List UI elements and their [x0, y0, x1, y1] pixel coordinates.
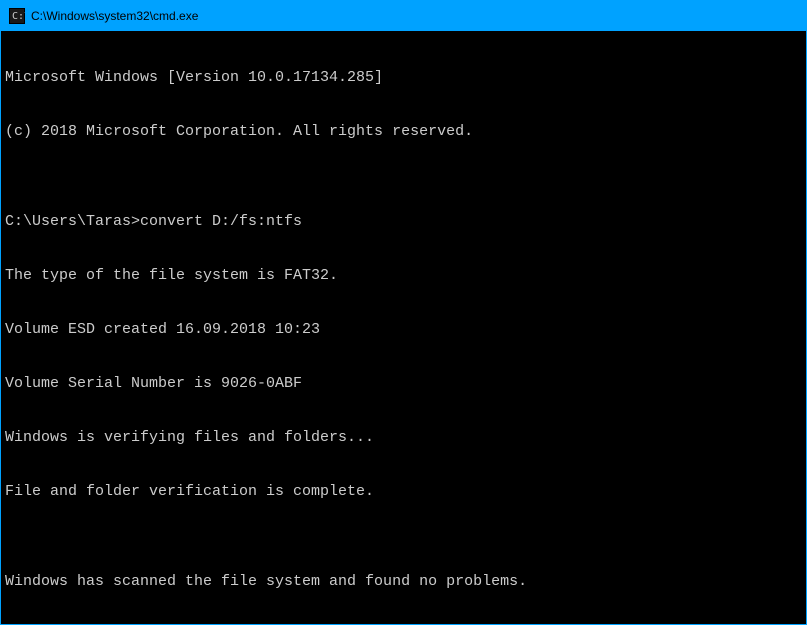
output-line: C:\Users\Taras>convert D:/fs:ntfs: [5, 213, 802, 231]
output-line: (c) 2018 Microsoft Corporation. All righ…: [5, 123, 802, 141]
cmd-icon: C:\: [9, 8, 25, 24]
output-line: Volume ESD created 16.09.2018 10:23: [5, 321, 802, 339]
terminal-output[interactable]: Microsoft Windows [Version 10.0.17134.28…: [1, 31, 806, 624]
output-line: Windows has scanned the file system and …: [5, 573, 802, 591]
output-line: The type of the file system is FAT32.: [5, 267, 802, 285]
cmd-window: C:\ C:\Windows\system32\cmd.exe Microsof…: [0, 0, 807, 625]
output-line: Microsoft Windows [Version 10.0.17134.28…: [5, 69, 802, 87]
window-title: C:\Windows\system32\cmd.exe: [31, 9, 798, 23]
output-line: File and folder verification is complete…: [5, 483, 802, 501]
titlebar[interactable]: C:\ C:\Windows\system32\cmd.exe: [1, 1, 806, 31]
svg-text:C:\: C:\: [12, 11, 25, 22]
output-line: Windows is verifying files and folders..…: [5, 429, 802, 447]
output-line: Volume Serial Number is 9026-0ABF: [5, 375, 802, 393]
